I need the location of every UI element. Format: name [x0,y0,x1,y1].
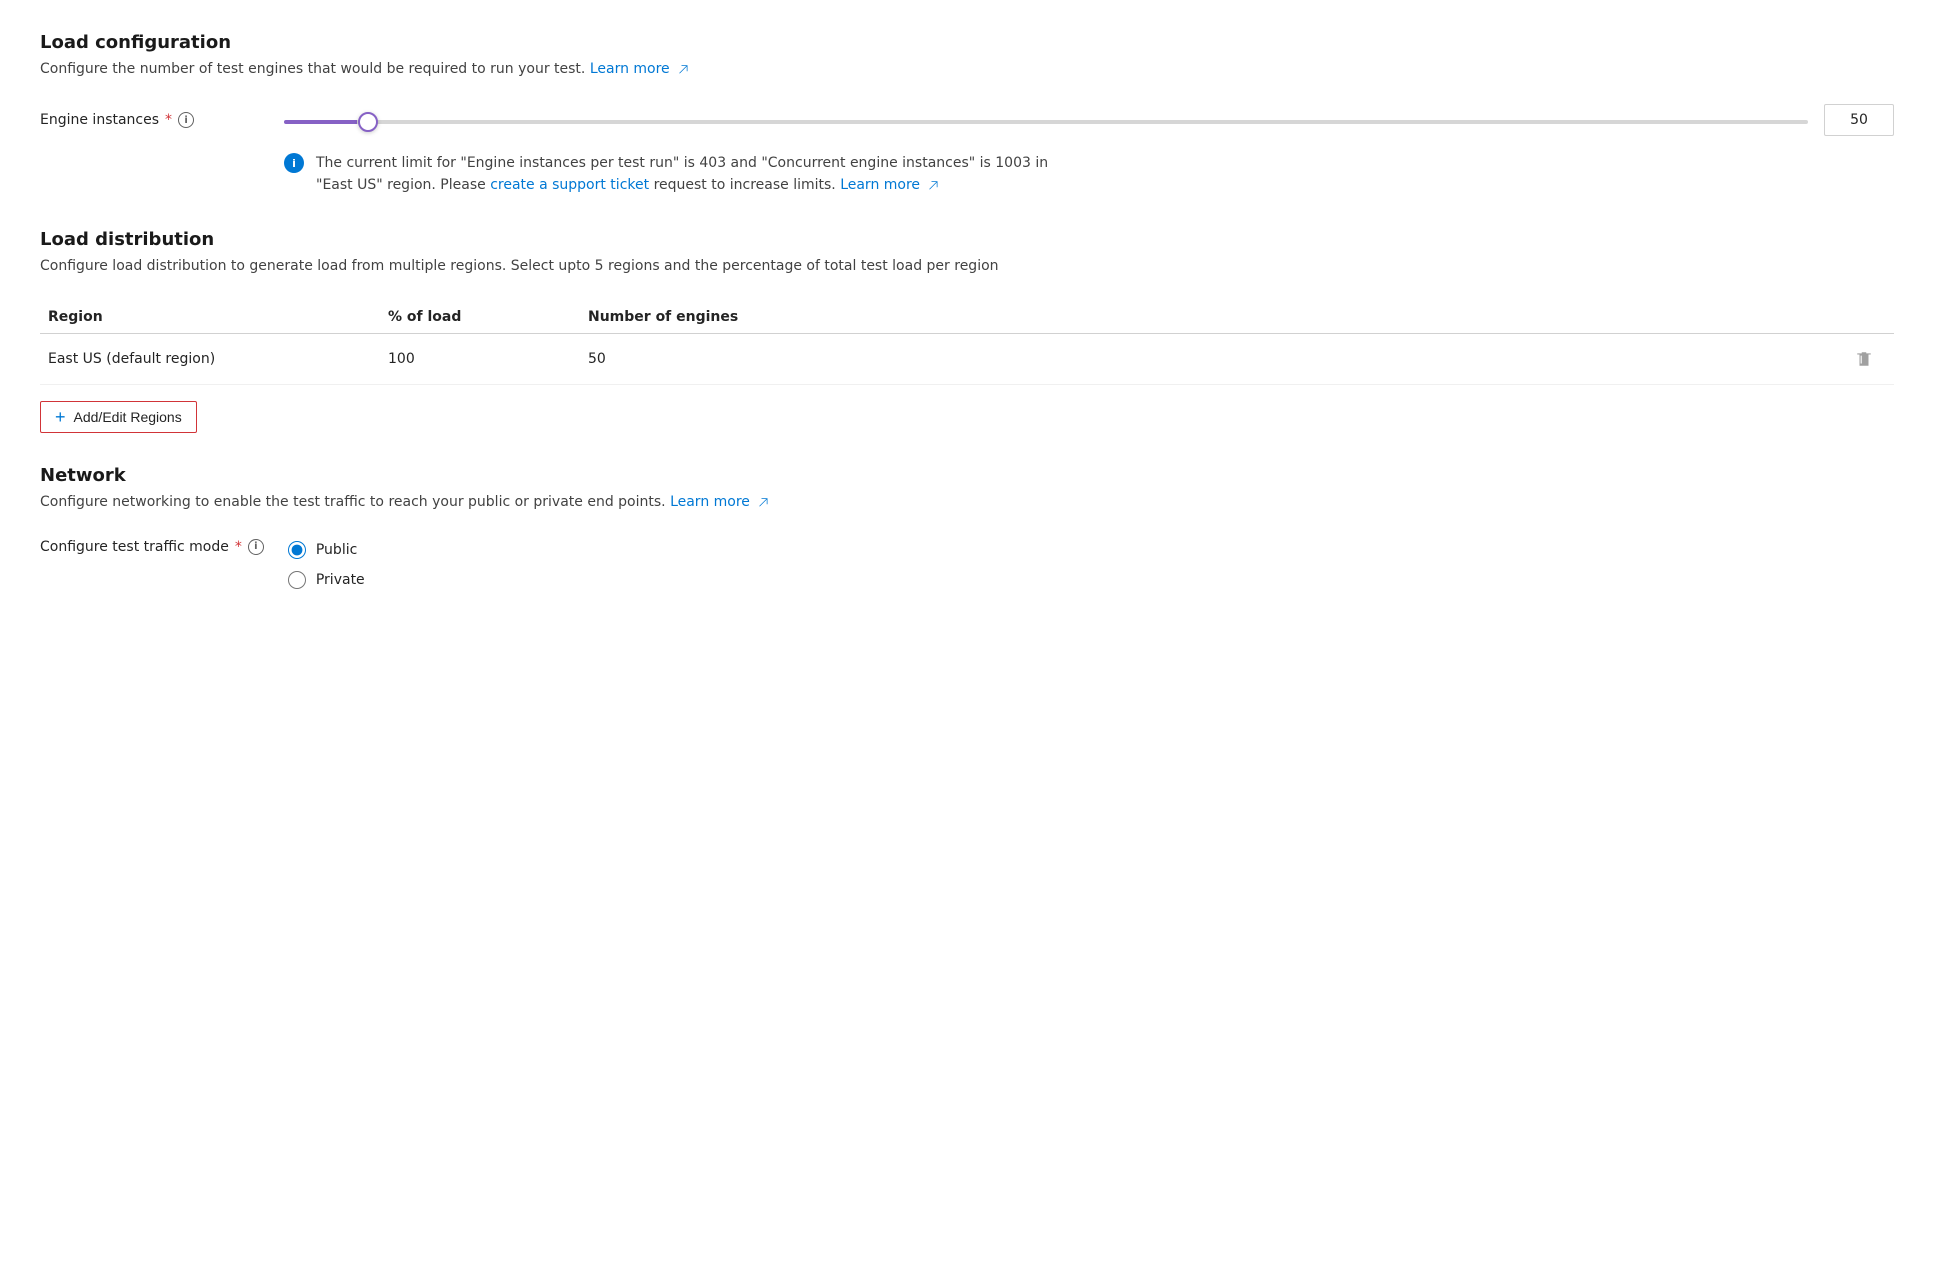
cell-region: East US (default region) [40,351,380,367]
network-learn-more-link[interactable]: Learn more [670,494,769,510]
traffic-mode-row: Configure test traffic mode * i Public P… [40,537,1894,589]
trash-icon [1855,350,1873,368]
network-title: Network [40,465,1894,486]
public-radio-label: Public [316,542,357,558]
private-radio-input[interactable] [288,571,306,589]
plus-icon: + [55,408,66,426]
info-banner-learn-more-link[interactable]: Learn more [840,177,939,193]
public-radio-option[interactable]: Public [288,541,365,559]
network-desc: Configure networking to enable the test … [40,492,1894,513]
traffic-mode-label: Configure test traffic mode * i [40,537,264,555]
traffic-mode-required-star: * [235,539,242,555]
load-config-title: Load configuration [40,32,1894,53]
engine-instances-label: Engine instances * i [40,112,260,128]
table-header: Region % of load Number of engines [40,301,1894,334]
slider-value-display: 50 [1824,104,1894,136]
delete-row-button[interactable] [1834,346,1894,372]
add-edit-regions-button[interactable]: + Add/Edit Regions [40,401,197,433]
private-radio-option[interactable]: Private [288,571,365,589]
slider-container: 50 [284,104,1894,136]
load-config-desc: Configure the number of test engines tha… [40,59,1894,80]
info-banner-text: The current limit for "Engine instances … [316,152,1064,197]
info-banner-icon: i [284,153,304,173]
engine-instances-slider[interactable] [284,120,1808,124]
region-table: Region % of load Number of engines East … [40,301,1894,385]
engine-instances-info-icon[interactable]: i [178,112,194,128]
private-radio-label: Private [316,572,365,588]
col-actions-header [1834,309,1894,325]
engine-instances-row: Engine instances * i 50 [40,104,1894,136]
load-distribution-section: Load distribution Configure load distrib… [40,229,1894,465]
public-radio-input[interactable] [288,541,306,559]
engine-limit-info-banner: i The current limit for "Engine instance… [284,152,1064,197]
cell-percent-load: 100 [380,351,580,367]
create-support-ticket-link[interactable]: create a support ticket [490,177,653,193]
load-dist-title: Load distribution [40,229,1894,250]
traffic-mode-radio-group: Public Private [288,541,365,589]
add-edit-regions-label: Add/Edit Regions [74,409,182,425]
load-configuration-section: Load configuration Configure the number … [40,32,1894,197]
load-dist-desc: Configure load distribution to generate … [40,256,1894,277]
info-learn-more-external-icon [927,179,939,191]
load-config-learn-more-link[interactable]: Learn more [590,61,689,77]
col-region-header: Region [40,309,380,325]
col-load-header: % of load [380,309,580,325]
cell-num-engines: 50 [580,351,1834,367]
network-learn-more-external-icon [757,496,769,508]
external-link-icon [677,63,689,75]
traffic-mode-info-icon[interactable]: i [248,539,264,555]
network-section: Network Configure networking to enable t… [40,465,1894,589]
col-engines-header: Number of engines [580,309,1834,325]
slider-wrapper [284,112,1808,128]
table-row: East US (default region) 100 50 [40,334,1894,385]
required-star: * [165,112,172,128]
